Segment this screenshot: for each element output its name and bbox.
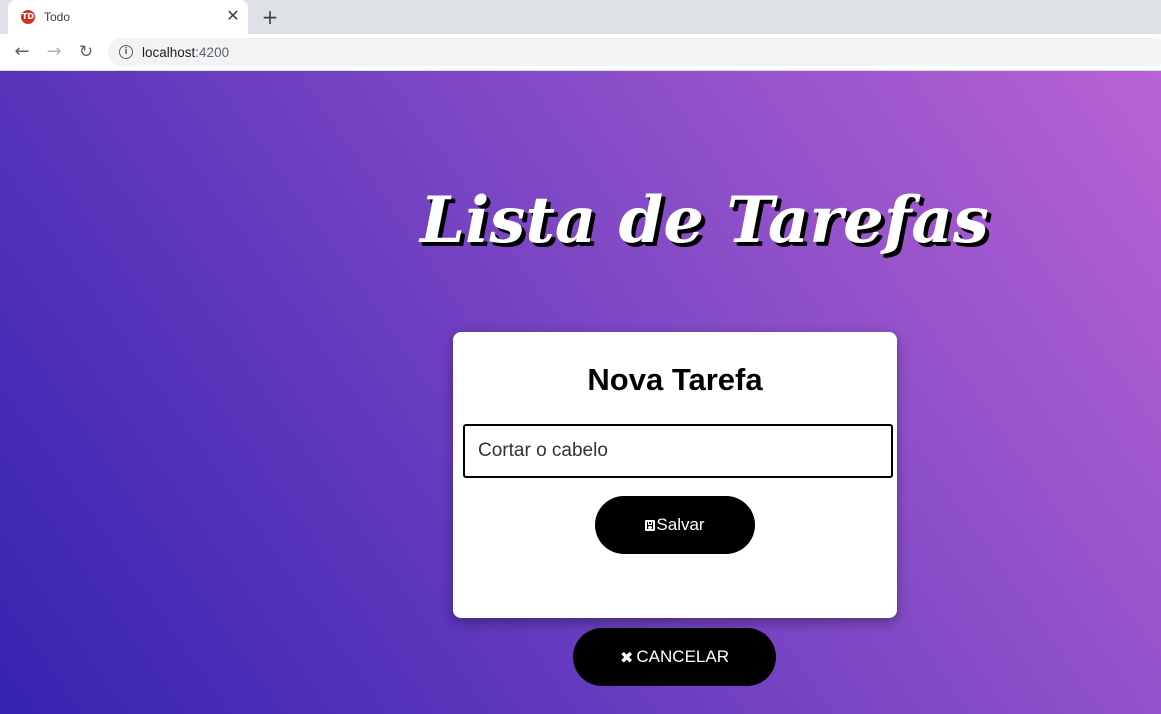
new-task-card: Nova Tarefa Salvar [453, 332, 897, 618]
save-button-label: Salvar [656, 515, 705, 534]
back-arrow-icon[interactable]: ← [10, 40, 34, 64]
app-page: Lista de Tarefas Nova Tarefa Salvar ✖CAN… [0, 71, 1161, 714]
tab-strip: TD Todo ✕ + [0, 0, 1161, 34]
forward-arrow-icon[interactable]: → [42, 40, 66, 64]
browser-window: TD Todo ✕ + ← → ↻ i localhost:4200 Lista… [0, 0, 1161, 714]
url-host: localhost [142, 45, 196, 60]
todo-favicon-icon: TD [21, 10, 35, 24]
tab-todo[interactable]: TD Todo ✕ [8, 0, 248, 34]
info-icon[interactable]: i [119, 45, 133, 59]
address-bar[interactable]: i localhost:4200 [108, 38, 1161, 66]
card-title: Nova Tarefa [587, 362, 763, 397]
times-icon: ✖ [620, 647, 634, 667]
task-input[interactable] [463, 424, 893, 478]
reload-icon[interactable]: ↻ [74, 40, 98, 64]
new-tab-icon[interactable]: + [259, 6, 281, 28]
browser-toolbar: ← → ↻ i localhost:4200 [0, 34, 1161, 71]
tab-title: Todo [44, 10, 71, 24]
close-icon[interactable]: ✕ [224, 7, 242, 25]
url-text[interactable]: localhost:4200 [142, 45, 229, 60]
floppy-disk-icon [645, 519, 656, 531]
cancel-button[interactable]: ✖ CANCELAR [573, 628, 776, 686]
app-title: Lista de Tarefas [420, 183, 989, 258]
cancel-button-label: CANCELAR [636, 647, 729, 666]
url-port: :4200 [195, 45, 230, 60]
save-button[interactable]: Salvar [595, 496, 755, 554]
